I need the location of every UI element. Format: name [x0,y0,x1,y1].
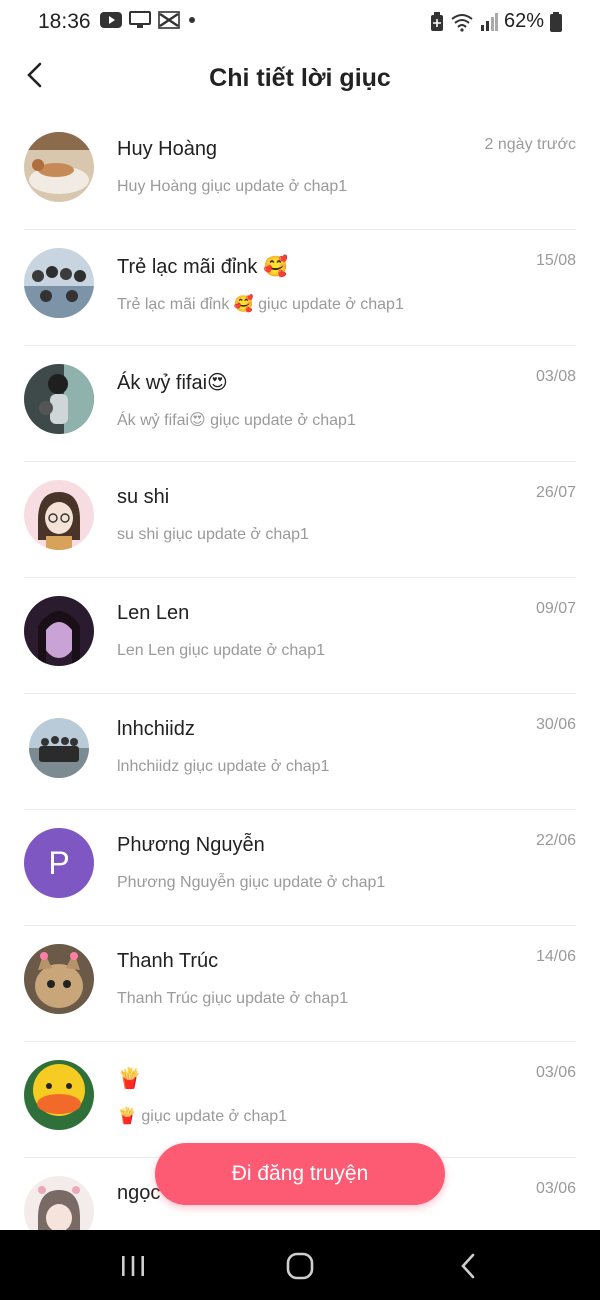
system-nav-bar [0,1230,600,1300]
recent-apps-icon[interactable] [113,1252,153,1280]
reminder-message: 🍟 giục update ở chap1 [117,1108,288,1125]
timestamp: 09/07 [535,600,576,617]
signal-icon [480,12,498,31]
list-item[interactable]: Ák wỷ fifai😍 03/08 Ák wỷ fifai😍 giục upd… [0,346,600,462]
avatar-letter: P [24,828,94,898]
capcut-icon [158,11,180,29]
user-name: 🍟 [117,1068,142,1090]
status-bar: 18:36 62% [0,0,600,44]
reminder-message: su shi giục update ở chap1 [117,526,309,543]
timestamp: 03/06 [535,1064,576,1081]
reminder-message: Phương Nguyễn giục update ở chap1 [117,874,386,891]
header: Chi tiết lời giục [0,44,600,114]
status-notification-icons [100,11,197,29]
dot-icon [189,17,195,23]
timestamp: 15/08 [535,252,576,269]
avatar [24,596,94,666]
user-name: lnhchiidz [117,718,195,740]
list-item[interactable]: Huy Hoàng 2 ngày trước Huy Hoàng giục up… [0,114,600,230]
timestamp: 22/06 [535,832,576,849]
timestamp: 14/06 [535,948,576,965]
list-item[interactable]: 🍟 03/06 🍟 giục update ở chap1 [0,1042,600,1158]
battery-percent: 62% [503,10,544,32]
reminder-message: lnhchiidz giục update ở chap1 [117,758,330,775]
reminder-message: Huy Hoàng giục update ở chap1 [117,178,348,195]
user-name: Phương Nguyễn [117,834,265,856]
battery-saver-icon [430,11,443,31]
reminder-message: Ák wỷ fifai😍 giục update ở chap1 [117,412,356,429]
avatar [24,944,94,1014]
cast-screen-icon [129,11,151,28]
list-item[interactable]: Trẻ lạc mãi đỉnk 🥰 15/08 Trẻ lạc mãi đỉn… [0,230,600,346]
user-name: Huy Hoàng [117,138,218,160]
timestamp: 26/07 [535,484,576,501]
battery-icon [550,11,562,32]
post-story-button[interactable]: Đi đăng truyện [155,1143,445,1205]
status-time: 18:36 [38,10,91,33]
reminder-list: Huy Hoàng 2 ngày trước Huy Hoàng giục up… [0,114,600,1274]
user-name: Len Len [117,602,190,624]
avatar [24,480,94,550]
user-name: su shi [117,486,170,508]
timestamp: 2 ngày trước [484,136,576,153]
avatar [24,132,94,202]
page-title: Chi tiết lời giục [209,64,391,92]
avatar [29,718,89,778]
user-name: Trẻ lạc mãi đỉnk 🥰 [117,256,288,278]
home-icon[interactable] [280,1252,320,1280]
reminder-message: Thanh Trúc giục update ở chap1 [117,990,349,1007]
status-right: 62% [430,10,562,33]
reminder-message: Trẻ lạc mãi đỉnk 🥰 giục update ở chap1 [117,296,404,313]
list-item[interactable]: lnhchiidz 30/06 lnhchiidz giục update ở … [0,694,600,810]
back-icon[interactable] [448,1252,488,1280]
avatar [24,1060,94,1130]
timestamp: 03/08 [535,368,576,385]
list-item[interactable]: su shi 26/07 su shi giục update ở chap1 [0,462,600,578]
list-item[interactable]: Thanh Trúc 14/06 Thanh Trúc giục update … [0,926,600,1042]
timestamp: 03/06 [535,1180,576,1197]
youtube-icon [100,12,122,28]
wifi-icon [451,13,473,32]
user-name: Ák wỷ fifai😍 [117,372,228,394]
avatar-initial: P [48,844,70,881]
list-item[interactable]: Len Len 09/07 Len Len giục update ở chap… [0,578,600,694]
avatar [24,248,94,318]
avatar [24,364,94,434]
user-name: Thanh Trúc [117,950,219,972]
reminder-message: Len Len giục update ở chap1 [117,642,325,659]
timestamp: 30/06 [535,716,576,733]
list-item[interactable]: P Phương Nguyễn 22/06 Phương Nguyễn giục… [0,810,600,926]
